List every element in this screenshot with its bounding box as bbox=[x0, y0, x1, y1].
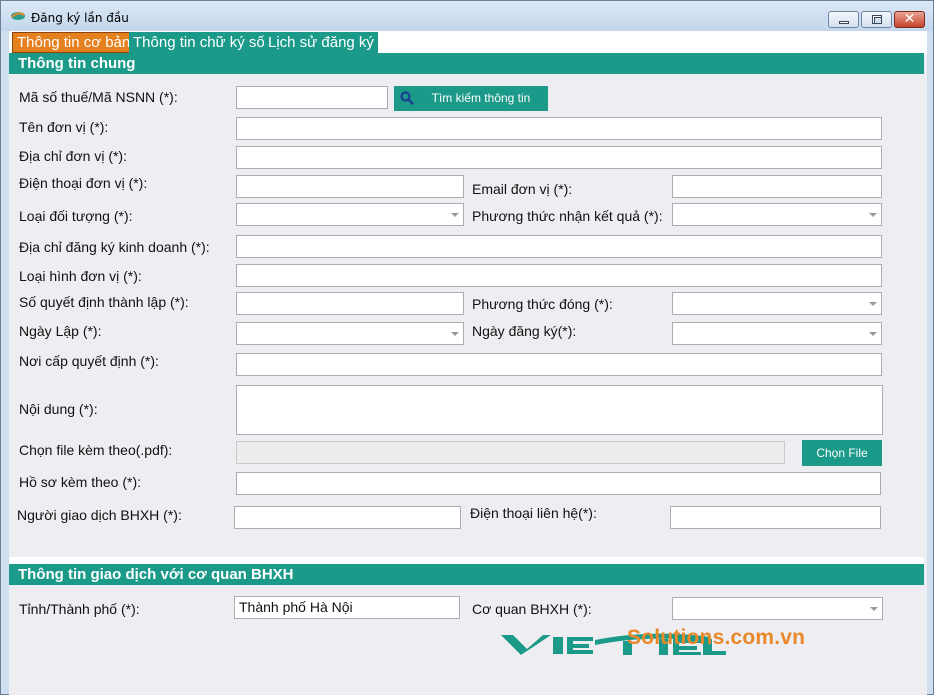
contact-phone-label: Điện thoại liên hệ(*): bbox=[470, 505, 597, 521]
payment-method-select[interactable] bbox=[672, 292, 882, 315]
viettel-solutions-text: Solutions.com.vn bbox=[627, 626, 806, 649]
register-date-label: Ngày đăng ký(*): bbox=[472, 323, 577, 339]
result-method-select[interactable] bbox=[672, 203, 882, 226]
unit-address-input[interactable] bbox=[236, 146, 882, 169]
title-bar[interactable]: Đăng ký lần đầu ✕ bbox=[1, 1, 933, 31]
decision-no-input[interactable] bbox=[236, 292, 464, 315]
bhxh-person-input[interactable] bbox=[234, 506, 461, 529]
tax-code-input[interactable] bbox=[236, 86, 388, 109]
form-content: Thông tin cơ bản Thông tin chữ ký số Lịc… bbox=[9, 31, 927, 695]
contact-phone-input[interactable] bbox=[670, 506, 881, 529]
section-header-transaction: Thông tin giao dịch với cơ quan BHXH bbox=[9, 564, 924, 585]
section-header-general: Thông tin chung bbox=[9, 53, 924, 74]
app-window: Đăng ký lần đầu ✕ Thông tin cơ bản Thông… bbox=[0, 0, 934, 695]
close-button[interactable]: ✕ bbox=[894, 11, 925, 28]
tab-registration-history[interactable]: Lịch sử đăng ký bbox=[264, 32, 378, 53]
attached-docs-label: Hồ sơ kèm theo (*): bbox=[19, 474, 141, 490]
attached-docs-input[interactable] bbox=[236, 472, 881, 495]
app-logo-icon bbox=[11, 12, 25, 20]
attach-file-path bbox=[236, 441, 785, 464]
email-label: Email đơn vị (*): bbox=[472, 181, 573, 197]
search-info-label: Tìm kiếm thông tin bbox=[431, 91, 531, 105]
minimize-button[interactable] bbox=[828, 11, 859, 28]
unit-phone-label: Điện thoại đơn vị (*): bbox=[19, 175, 148, 191]
date-created-label: Ngày Lập (*): bbox=[19, 323, 102, 339]
issued-place-label: Nơi cấp quyết định (*): bbox=[19, 353, 159, 369]
content-textarea[interactable] bbox=[236, 385, 883, 435]
window-title: Đăng ký lần đầu bbox=[31, 11, 129, 25]
object-type-label: Loại đối tượng (*): bbox=[19, 208, 133, 224]
payment-method-label: Phương thức đóng (*): bbox=[472, 296, 613, 312]
issued-place-input[interactable] bbox=[236, 353, 882, 376]
choose-file-button[interactable]: Chọn File bbox=[802, 440, 882, 466]
search-info-button[interactable]: Tìm kiếm thông tin bbox=[394, 86, 548, 111]
tax-code-label: Mã số thuế/Mã NSNN (*): bbox=[19, 89, 178, 105]
content-label: Nội dung (*): bbox=[19, 401, 98, 417]
unit-name-label: Tên đơn vị (*): bbox=[19, 119, 109, 135]
email-input[interactable] bbox=[672, 175, 882, 198]
tab-basic-info[interactable]: Thông tin cơ bản bbox=[12, 32, 136, 53]
unit-name-input[interactable] bbox=[236, 117, 882, 140]
maximize-icon bbox=[872, 15, 882, 24]
minimize-icon bbox=[839, 21, 849, 24]
province-label: Tỉnh/Thành phố (*): bbox=[19, 601, 140, 617]
tab-bar: Thông tin cơ bản Thông tin chữ ký số Lịc… bbox=[9, 31, 927, 54]
unit-phone-input[interactable] bbox=[236, 175, 464, 198]
unit-type-label: Loại hình đơn vị (*): bbox=[19, 268, 142, 284]
register-date-picker[interactable] bbox=[672, 322, 882, 345]
attach-file-label: Chọn file kèm theo(.pdf): bbox=[19, 442, 173, 458]
search-icon bbox=[400, 91, 414, 105]
business-address-label: Địa chỉ đăng ký kinh doanh (*): bbox=[19, 239, 210, 255]
date-created-picker[interactable] bbox=[236, 322, 464, 345]
unit-address-label: Địa chỉ đơn vị (*): bbox=[19, 148, 127, 164]
bhxh-person-label: Người giao dịch BHXH (*): bbox=[17, 507, 182, 523]
tab-digital-signature[interactable]: Thông tin chữ ký số bbox=[129, 32, 269, 53]
province-input[interactable]: Thành phố Hà Nội bbox=[234, 596, 460, 619]
object-type-select[interactable] bbox=[236, 203, 464, 226]
decision-no-label: Số quyết định thành lập (*): bbox=[19, 294, 189, 310]
unit-type-input[interactable] bbox=[236, 264, 882, 287]
result-method-label: Phương thức nhận kết quả (*): bbox=[472, 208, 663, 224]
close-icon: ✕ bbox=[903, 11, 916, 27]
maximize-button[interactable] bbox=[861, 11, 892, 28]
business-address-input[interactable] bbox=[236, 235, 882, 258]
